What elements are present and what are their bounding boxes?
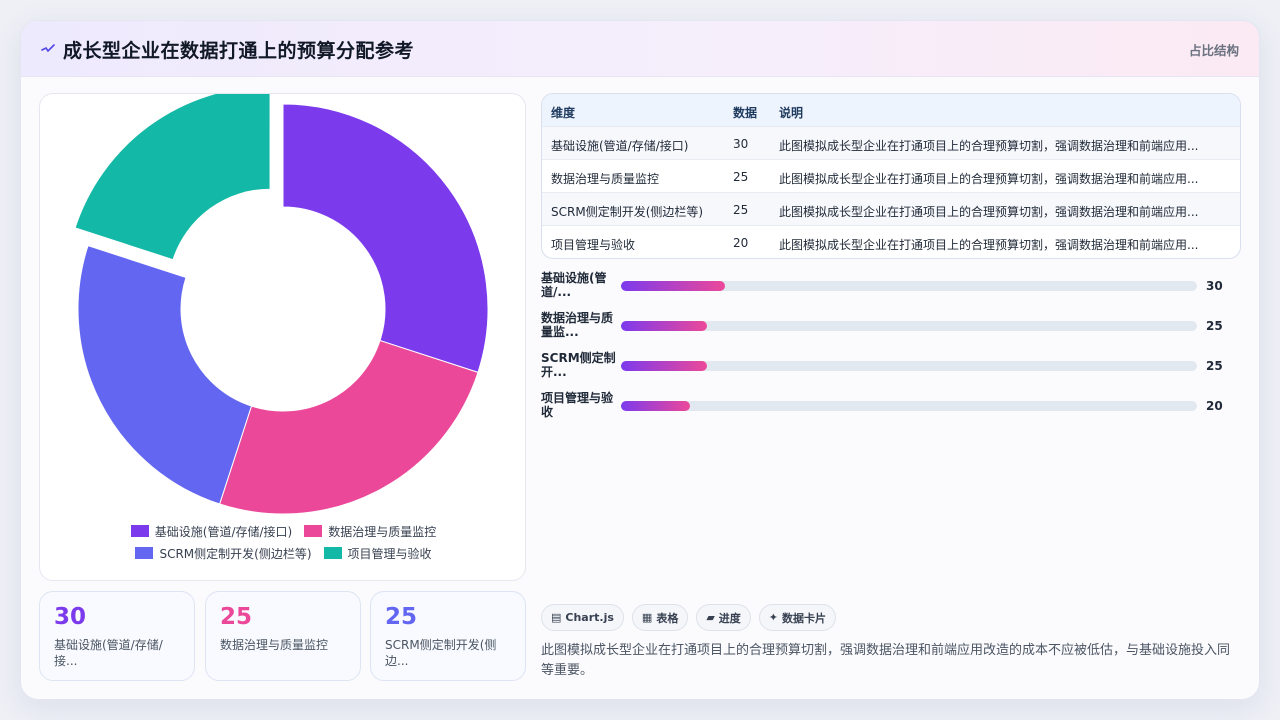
stat-card-infra: 30 基础设施(管道/存储/接... — [39, 591, 195, 681]
stat-label: 数据治理与质量监控 — [220, 638, 329, 652]
table-cell: 此图模拟成长型企业在打通项目上的合理预算切割，强调数据治理和前端应用... — [779, 205, 1199, 219]
tech-chips: ▤ Chart.js ▦ 表格 ▰ 进度 ✦ 数据卡片 — [541, 604, 837, 632]
legend-swatch — [130, 525, 149, 537]
legend-swatch — [304, 525, 323, 537]
stat-value: 30 — [54, 604, 87, 630]
progress-label: 数据治理与质量监... — [541, 311, 614, 339]
table-row: SCRM侧定制开发(侧边栏等) 25 此图模拟成长型企业在打通项目上的合理预算切… — [542, 193, 1240, 226]
progress-track — [621, 361, 1197, 371]
slice-scrm[interactable] — [77, 245, 253, 505]
chip-table[interactable]: ▦ 表格 — [631, 604, 689, 631]
legend-item-infra[interactable]: 基础设施(管道/存储/接口) — [130, 523, 293, 540]
legend-label: 项目管理与验收 — [347, 546, 432, 561]
chip-label: 数据卡片 — [782, 611, 827, 625]
legend-row-2: SCRM侧定制开发(侧边栏等) 项目管理与验收 — [40, 542, 527, 564]
stat-card-scrm: 25 SCRM侧定制开发(侧边... — [370, 591, 526, 681]
table-header-dimension: 维度 — [551, 106, 576, 120]
progress-label: SCRM侧定制开... — [541, 351, 616, 379]
stat-label: SCRM侧定制开发(侧边... — [385, 638, 497, 668]
chip-label: Chart.js — [565, 611, 614, 624]
table-cell: 此图模拟成长型企业在打通项目上的合理预算切割，强调数据治理和前端应用... — [779, 139, 1199, 153]
chip-label: 进度 — [718, 611, 741, 625]
page-title: 成长型企业在数据打通上的预算分配参考 — [63, 40, 415, 62]
chart-icon: ▤ — [551, 611, 562, 624]
legend-swatch — [135, 547, 154, 559]
legend-swatch — [323, 547, 342, 559]
progress-label: 项目管理与验收 — [541, 391, 614, 419]
legend-item-governance[interactable]: 数据治理与质量监控 — [304, 523, 436, 540]
table-cell: 此图模拟成长型企业在打通项目上的合理预算切割，强调数据治理和前端应用... — [779, 172, 1199, 186]
chip-progress[interactable]: ▰ 进度 — [696, 604, 751, 631]
chip-chartjs[interactable]: ▤ Chart.js — [541, 604, 624, 631]
table-header-note: 说明 — [779, 106, 804, 120]
progress-value: 20 — [1206, 399, 1223, 413]
progress-fill — [621, 281, 725, 291]
stat-card-governance: 25 数据治理与质量监控 — [205, 591, 361, 681]
stat-value: 25 — [385, 604, 418, 630]
table-row: 数据治理与质量监控 25 此图模拟成长型企业在打通项目上的合理预算切割，强调数据… — [542, 160, 1240, 193]
progress-row: 基础设施(管道/... 30 — [541, 271, 1241, 305]
progress-fill — [621, 401, 691, 411]
description-note: 此图模拟成长型企业在打通项目上的合理预算切割，强调数据治理和前端应用改造的成本不… — [541, 643, 1231, 678]
progress-icon: ▰ — [706, 611, 715, 624]
data-table: 维度 数据 说明 基础设施(管道/存储/接口) 30 此图模拟成长型企业在打通项… — [541, 93, 1241, 259]
table-cell: 基础设施(管道/存储/接口) — [551, 139, 689, 153]
progress-label: 基础设施(管道/... — [541, 271, 607, 299]
legend-row-1: 基础设施(管道/存储/接口) 数据治理与质量监控 — [40, 520, 527, 542]
progress-row: 项目管理与验收 20 — [541, 391, 1241, 425]
table-cell: 20 — [733, 236, 749, 250]
chip-data-card[interactable]: ✦ 数据卡片 — [758, 604, 837, 631]
sparkle-icon: ✦ — [768, 611, 779, 624]
table-header-row: 维度 数据 说明 — [542, 94, 1240, 127]
pulse-icon — [41, 44, 55, 53]
table-cell: 30 — [733, 137, 749, 151]
stat-label: 基础设施(管道/存储/接... — [54, 638, 163, 668]
table-cell: 25 — [733, 170, 749, 184]
chart-legend: 基础设施(管道/存储/接口) 数据治理与质量监控 SCRM侧定制开发(侧边栏等)… — [40, 520, 527, 564]
chip-label: 表格 — [656, 611, 679, 625]
progress-track — [621, 401, 1197, 411]
progress-value: 30 — [1206, 279, 1223, 293]
stat-value: 25 — [220, 604, 253, 630]
legend-label: 数据治理与质量监控 — [328, 524, 437, 539]
doughnut-chart-panel: 基础设施(管道/存储/接口) 数据治理与质量监控 SCRM侧定制开发(侧边栏等)… — [39, 93, 526, 581]
progress-fill — [621, 321, 708, 331]
progress-track — [621, 281, 1197, 291]
slice-infra[interactable] — [282, 103, 489, 373]
legend-item-scrm[interactable]: SCRM侧定制开发(侧边栏等) — [135, 545, 312, 562]
table-row: 基础设施(管道/存储/接口) 30 此图模拟成长型企业在打通项目上的合理预算切割… — [542, 127, 1240, 160]
table-cell: 数据治理与质量监控 — [551, 172, 660, 186]
progress-value: 25 — [1206, 359, 1223, 373]
doughnut-chart — [74, 94, 489, 515]
table-row: 项目管理与验收 20 此图模拟成长型企业在打通项目上的合理预算切割，强调数据治理… — [542, 226, 1240, 258]
table-cell: 项目管理与验收 — [551, 238, 636, 252]
progress-track — [621, 321, 1197, 331]
progress-row: SCRM侧定制开... 25 — [541, 351, 1241, 385]
progress-fill — [621, 361, 708, 371]
progress-value: 25 — [1206, 319, 1223, 333]
table-cell: SCRM侧定制开发(侧边栏等) — [551, 205, 704, 219]
legend-label: SCRM侧定制开发(侧边栏等) — [159, 546, 312, 561]
table-header-value: 数据 — [733, 106, 758, 120]
view-tag: 占比结构 — [1188, 43, 1239, 58]
dashboard-card: 成长型企业在数据打通上的预算分配参考 占比结构 基础设施(管道/存储/接口) 数… — [20, 20, 1260, 700]
legend-item-pm[interactable]: 项目管理与验收 — [323, 545, 432, 562]
table-cell: 此图模拟成长型企业在打通项目上的合理预算切割，强调数据治理和前端应用... — [779, 238, 1199, 252]
progress-row: 数据治理与质量监... 25 — [541, 311, 1241, 345]
table-cell: 25 — [733, 203, 749, 217]
header: 成长型企业在数据打通上的预算分配参考 占比结构 — [21, 21, 1259, 77]
slice-governance[interactable] — [219, 339, 479, 515]
slice-pm[interactable] — [74, 94, 271, 261]
legend-label: 基础设施(管道/存储/接口) — [154, 524, 293, 539]
table-icon: ▦ — [641, 611, 653, 624]
